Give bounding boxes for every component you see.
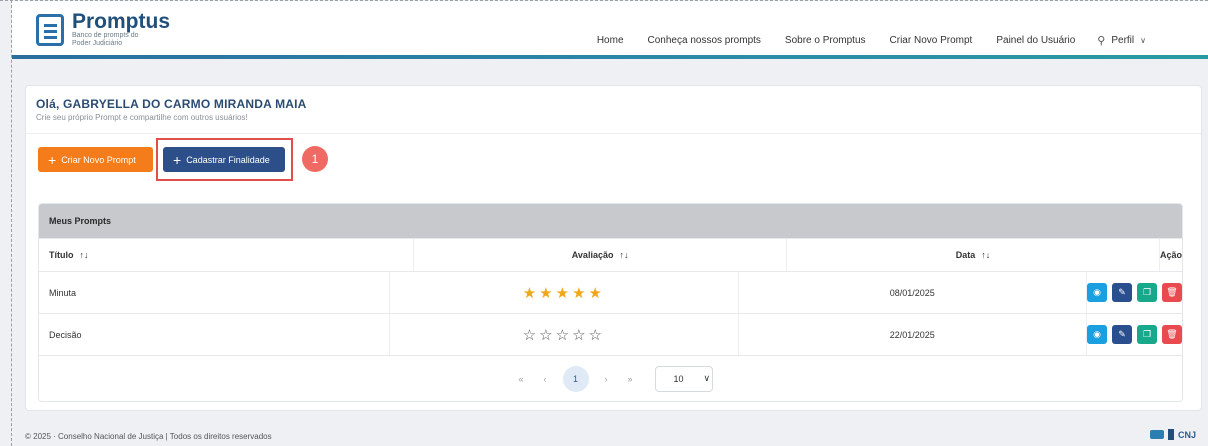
pagination: « ‹ 1 › » 10 ∨: [39, 355, 1182, 401]
table-row: Minuta ★★★★★ 08/01/2025 ◉ ✎ ❐ 🗑: [39, 271, 1182, 313]
cnj-logo: CNJ: [1177, 429, 1196, 440]
nav-conheca-prompts[interactable]: Conheça nossos prompts: [648, 35, 761, 46]
first-page-icon[interactable]: «: [518, 374, 523, 384]
prev-page-icon[interactable]: ‹: [544, 374, 547, 384]
view-eye-icon-button[interactable]: ◉: [1087, 283, 1107, 302]
top-header: Promptus Banco de prompts do Poder Judic…: [12, 1, 1208, 55]
sort-icon[interactable]: ↑↓: [80, 250, 89, 260]
brand-name: Promptus: [72, 10, 171, 33]
nav-home[interactable]: Home: [597, 35, 624, 46]
sort-icon[interactable]: ↑↓: [981, 250, 990, 260]
column-header-date[interactable]: Data ↑↓: [787, 239, 1160, 271]
plus-icon: +: [48, 151, 57, 168]
profile-label: Perfil: [1111, 35, 1135, 46]
greeting: Olá, GABRYELLA DO CARMO MIRANDA MAIA Cri…: [36, 97, 307, 122]
cell-title: Minuta: [39, 272, 391, 313]
greeting-title: Olá, GABRYELLA DO CARMO MIRANDA MAIA: [36, 97, 307, 111]
rows-per-page-select[interactable]: 10 ∨: [654, 365, 713, 392]
table-header-row: Título ↑↓ Avaliação ↑↓ Data ↑↓ Ação: [39, 238, 1182, 271]
my-prompts-table: Meus Prompts Título ↑↓ Avaliação ↑↓ Data ↑↓…: [38, 203, 1183, 402]
promptus-logo[interactable]: Promptus Banco de prompts do Poder Judic…: [36, 10, 171, 48]
dashboard-card: Olá, GABRYELLA DO CARMO MIRANDA MAIA Cri…: [25, 85, 1202, 411]
chevron-down-icon: ∨: [703, 373, 711, 383]
last-page-icon[interactable]: »: [628, 374, 633, 384]
brand-subtitle: Banco de prompts do Poder Judiciário: [72, 32, 139, 47]
register-purpose-button[interactable]: + Cadastrar Finalidade: [163, 147, 285, 172]
sort-icon[interactable]: ↑↓: [619, 250, 628, 260]
user-icon: ⚲: [1097, 35, 1106, 47]
cell-rating: ★★★★★: [390, 272, 739, 313]
table-row: Decisão ☆☆☆☆☆ 22/01/2025 ◉ ✎ ❐ 🗑: [39, 313, 1182, 355]
star-rating-empty[interactable]: ☆☆☆☆☆: [523, 326, 605, 344]
cell-date: 22/01/2025: [739, 314, 1087, 355]
partner-logo-icon: [1167, 429, 1174, 440]
copy-icon-button[interactable]: ❐: [1137, 325, 1157, 344]
rows-per-page-value: 10: [673, 373, 684, 384]
nav-painel-usuario[interactable]: Painel do Usuário: [996, 35, 1075, 46]
column-header-rating[interactable]: Avaliação ↑↓: [414, 239, 788, 271]
register-purpose-label: Cadastrar Finalidade: [186, 154, 270, 165]
cell-actions: ◉ ✎ ❐ 🗑: [1087, 314, 1182, 355]
divider: [26, 133, 1201, 134]
greeting-subtitle: Crie seu próprio Prompt e compartilhe co…: [36, 113, 248, 122]
delete-trash-icon-button[interactable]: 🗑: [1162, 325, 1182, 344]
header-accent-bar: [12, 55, 1208, 59]
chevron-down-icon: ∨: [1140, 36, 1146, 45]
column-header-title[interactable]: Título ↑↓: [39, 239, 415, 271]
column-header-action: Ação: [1160, 250, 1183, 260]
profile-menu[interactable]: ⚲ Perfil ∨: [1097, 34, 1146, 47]
delete-trash-icon-button[interactable]: 🗑: [1162, 283, 1182, 302]
edit-pencil-icon-button[interactable]: ✎: [1112, 283, 1132, 302]
annotation-number-badge: 1: [302, 146, 328, 172]
main-nav: Home Conheça nossos prompts Sobre o Prom…: [573, 34, 1146, 47]
nav-sobre[interactable]: Sobre o Promptus: [785, 35, 866, 46]
copy-icon-button[interactable]: ❐: [1137, 283, 1157, 302]
footer-logos: CNJ: [1149, 429, 1196, 440]
create-prompt-label: Criar Novo Prompt: [61, 154, 136, 165]
cell-rating: ☆☆☆☆☆: [390, 314, 739, 355]
partner-logo-icon: [1149, 430, 1164, 439]
nav-criar-prompt[interactable]: Criar Novo Prompt: [890, 35, 973, 46]
cell-date: 08/01/2025: [739, 272, 1087, 313]
cell-actions: ◉ ✎ ❐ 🗑: [1087, 272, 1182, 313]
view-eye-icon-button[interactable]: ◉: [1087, 325, 1107, 344]
star-rating-filled[interactable]: ★★★★★: [523, 284, 605, 302]
screenshot-dashed-border-left: [11, 0, 12, 446]
plus-icon: +: [173, 151, 182, 168]
table-caption: Meus Prompts: [39, 204, 1182, 238]
cell-title: Decisão: [39, 314, 391, 355]
next-page-icon[interactable]: ›: [605, 374, 608, 384]
footer-copyright: © 2025 · Conselho Nacional de Justiça | …: [25, 432, 272, 441]
create-prompt-button[interactable]: + Criar Novo Prompt: [38, 147, 153, 172]
page-button-current[interactable]: 1: [562, 365, 589, 392]
document-logo-icon: [36, 14, 64, 46]
edit-pencil-icon-button[interactable]: ✎: [1112, 325, 1132, 344]
